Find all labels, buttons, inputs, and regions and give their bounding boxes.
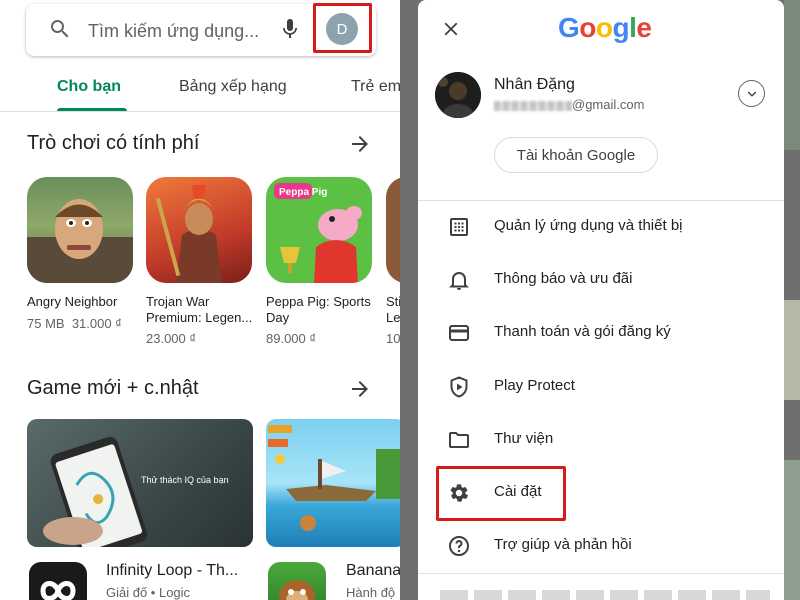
background-edge — [784, 460, 800, 600]
settings-highlight-box — [436, 466, 566, 521]
tab-top-charts[interactable]: Bảng xếp hạng — [179, 78, 287, 96]
card-icon — [449, 325, 469, 341]
google-logo-letter: G — [558, 12, 580, 43]
account-dialog: Google Nhân Đặng @gmail.com Tài khoản Go… — [418, 0, 784, 600]
game-meta: Hành độ — [346, 585, 396, 600]
user-email: @gmail.com — [494, 97, 644, 112]
app-icon-angry-neighbor[interactable] — [27, 177, 133, 283]
google-logo-letter: o — [595, 12, 613, 43]
divider — [418, 200, 784, 201]
app-name: Angry Neighbor — [27, 294, 118, 309]
svg-text:Peppa Pig: Peppa Pig — [279, 187, 327, 198]
footer-links-blur — [440, 590, 770, 600]
folder-icon — [449, 432, 469, 448]
app-name: Sti Le — [386, 294, 400, 325]
game-name: Infinity Loop - Th... — [106, 562, 239, 579]
menu-label: Trợ giúp và phản hồi — [494, 536, 632, 553]
play-store-home: Tìm kiếm ứng dụng... D Cho bạn Bảng xếp … — [0, 0, 400, 600]
app-icon-partial[interactable] — [386, 177, 400, 283]
google-account-button[interactable]: Tài khoản Google — [494, 137, 658, 173]
app-icon-banana[interactable] — [268, 562, 326, 600]
app-name: Peppa Pig: Sports Day — [266, 294, 371, 325]
tab-kids[interactable]: Trẻ em — [351, 78, 400, 96]
google-logo-letter: o — [579, 12, 596, 43]
banner-infinity-loop[interactable]: Thử thách IQ của bạn — [27, 419, 253, 547]
banner-banana-game[interactable] — [266, 419, 400, 547]
menu-item-library[interactable]: Thư viện — [418, 417, 784, 463]
user-name: Nhân Đặng — [494, 76, 575, 93]
banner-caption: Thử thách IQ của bạn — [141, 475, 229, 485]
section-title-paid-games: Trò chơi có tính phí — [27, 132, 200, 154]
avatar-highlight-box — [313, 3, 372, 53]
background-edge — [784, 0, 800, 150]
bell-icon — [449, 272, 469, 290]
arrow-right-icon[interactable] — [348, 132, 372, 156]
grid-icon — [450, 218, 468, 236]
search-input[interactable]: Tìm kiếm ứng dụng... — [88, 21, 259, 42]
expand-accounts-button[interactable] — [738, 80, 765, 107]
shield-play-icon — [450, 376, 468, 398]
menu-item-help[interactable]: Trợ giúp và phản hồi — [418, 523, 784, 569]
background-edge — [784, 300, 800, 400]
menu-item-payments[interactable]: Thanh toán và gói đăng ký — [418, 310, 784, 356]
chevron-down-icon — [747, 91, 756, 97]
arrow-right-icon[interactable] — [348, 377, 372, 401]
close-icon[interactable] — [440, 18, 462, 40]
section-title-new-games: Game mới + c.nhật — [27, 377, 199, 399]
screen-divider — [400, 0, 418, 600]
tab-for-you[interactable]: Cho bạn — [57, 78, 121, 96]
tabs-divider — [0, 111, 400, 112]
search-icon — [51, 20, 69, 38]
google-logo-letter: g — [612, 12, 630, 43]
app-icon-peppa-pig[interactable]: Peppa Pig — [266, 177, 372, 283]
menu-item-play-protect[interactable]: Play Protect — [418, 364, 784, 410]
help-icon — [449, 536, 469, 556]
game-meta: Giải đố • Logic — [106, 585, 191, 600]
menu-label: Thông báo và ưu đãi — [494, 270, 633, 287]
divider — [418, 573, 784, 574]
menu-label: Thư viện — [494, 430, 554, 447]
game-name: Banana — [346, 562, 400, 579]
google-logo: Google — [558, 12, 652, 44]
app-name: Trojan War Premium: Legen... — [146, 294, 253, 325]
app-price: 89.000 ₫ — [266, 331, 317, 346]
app-price: 10 — [386, 331, 400, 346]
google-logo-letter: e — [636, 12, 652, 43]
microphone-icon[interactable] — [278, 17, 302, 41]
app-icon-trojan-war[interactable] — [146, 177, 252, 283]
menu-item-notifications[interactable]: Thông báo và ưu đãi — [418, 257, 784, 303]
user-avatar — [435, 72, 481, 118]
menu-label: Play Protect — [494, 377, 575, 394]
app-price: 23.000 ₫ — [146, 331, 197, 346]
app-meta: 75 MB 31.000 ₫ — [27, 316, 122, 331]
menu-label: Thanh toán và gói đăng ký — [494, 323, 671, 340]
menu-label: Quản lý ứng dụng và thiết bị — [494, 217, 683, 234]
app-icon-infinity-loop[interactable] — [29, 562, 87, 600]
menu-item-manage-apps[interactable]: Quản lý ứng dụng và thiết bị — [418, 204, 784, 250]
account-menu-screen: Google Nhân Đặng @gmail.com Tài khoản Go… — [418, 0, 800, 600]
email-blur — [494, 100, 572, 111]
